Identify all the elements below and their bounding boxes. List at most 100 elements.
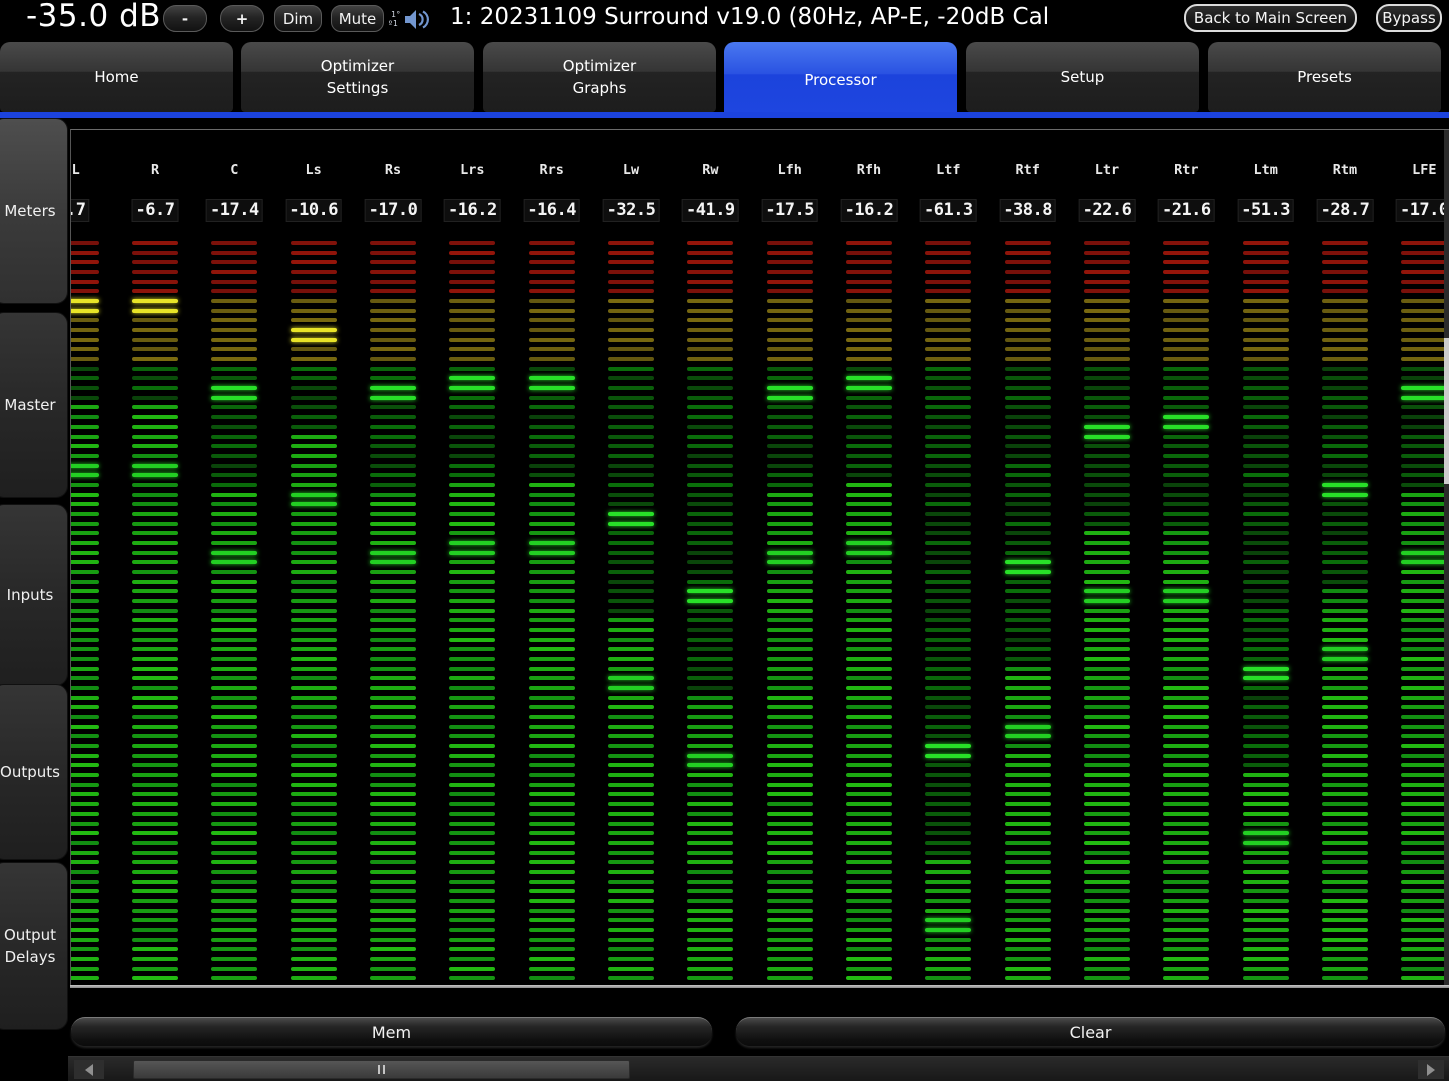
meter-segment xyxy=(1322,696,1368,700)
meter-segment xyxy=(70,705,99,709)
clear-button[interactable]: Clear xyxy=(736,1017,1445,1046)
vertical-scrollbar[interactable] xyxy=(1444,130,1449,986)
meter-segment xyxy=(370,715,416,719)
meter-segment xyxy=(70,763,99,767)
meter-segment xyxy=(70,715,99,719)
horizontal-scrollbar[interactable] xyxy=(68,1056,1449,1081)
sidebar-item-outputs[interactable]: Outputs xyxy=(0,684,68,860)
meter-segment xyxy=(291,347,337,351)
meter-segment xyxy=(291,667,337,671)
sidebar-item-meters[interactable]: Meters xyxy=(0,118,68,304)
meter-segment xyxy=(608,957,654,961)
meter-segment xyxy=(925,792,971,796)
meter-segment xyxy=(1005,918,1051,922)
meter-segment xyxy=(370,725,416,729)
meter-segment xyxy=(846,483,892,487)
meter-segment xyxy=(608,880,654,884)
meter-segment xyxy=(846,444,892,448)
meter-segment xyxy=(1401,260,1447,264)
meter-segment xyxy=(1163,792,1209,796)
meter-segment xyxy=(925,318,971,322)
meter-segment xyxy=(291,734,337,738)
meter-segment xyxy=(767,773,813,777)
meter-segment xyxy=(608,405,654,409)
scroll-left-arrow[interactable] xyxy=(74,1060,104,1079)
meter-segment xyxy=(1243,376,1289,380)
channel-label: Lfh xyxy=(767,162,813,178)
meter-segment xyxy=(1243,328,1289,332)
mem-button[interactable]: Mem xyxy=(71,1017,712,1046)
meter-segment xyxy=(1243,647,1289,651)
meter-segment xyxy=(449,502,495,506)
meter-segment xyxy=(1005,396,1051,400)
tab-optimizer-graphs[interactable]: Optimizer Graphs xyxy=(483,42,716,112)
meter-segment xyxy=(370,928,416,932)
meter-segment xyxy=(1322,860,1368,864)
meter-segment xyxy=(132,260,178,264)
meter-segment xyxy=(608,328,654,332)
meter-segment xyxy=(291,841,337,845)
bypass-button[interactable]: Bypass xyxy=(1376,4,1442,32)
meter-segment xyxy=(1401,415,1447,419)
meter-segment xyxy=(211,696,257,700)
meter-segment xyxy=(1322,541,1368,545)
mute-button[interactable]: Mute xyxy=(331,5,384,32)
back-to-main-screen-button[interactable]: Back to Main Screen xyxy=(1184,4,1357,32)
meter-segment xyxy=(846,715,892,719)
meter-segment xyxy=(1163,522,1209,526)
meter-segment xyxy=(1243,831,1289,835)
tab-setup[interactable]: Setup xyxy=(966,42,1199,112)
scroll-right-arrow[interactable] xyxy=(1418,1060,1444,1079)
meter-segment xyxy=(925,386,971,390)
meter-segment xyxy=(687,812,733,816)
meter-segment xyxy=(211,734,257,738)
meter-segment xyxy=(1401,928,1447,932)
meter-segment xyxy=(291,783,337,787)
sidebar-item-inputs[interactable]: Inputs xyxy=(0,504,68,686)
meter-segment xyxy=(449,812,495,816)
meter-segment xyxy=(70,851,99,855)
vertical-scrollbar-thumb[interactable] xyxy=(1444,338,1449,484)
meter-segment xyxy=(1322,580,1368,584)
meter-segment xyxy=(1084,783,1130,787)
meter-segment xyxy=(925,647,971,651)
meter-segment xyxy=(767,299,813,303)
meter-segment xyxy=(1401,376,1447,380)
meter-segment xyxy=(1005,493,1051,497)
tab-processor[interactable]: Processor xyxy=(724,42,957,118)
meter-segment xyxy=(529,918,575,922)
meter-segment xyxy=(449,493,495,497)
meter-segment xyxy=(1005,531,1051,535)
meter-segment xyxy=(1163,889,1209,893)
meter-segment xyxy=(687,531,733,535)
meter-segment xyxy=(70,870,99,874)
meter-segment xyxy=(70,531,99,535)
sidebar-item-output-delays[interactable]: Output Delays xyxy=(0,862,68,1030)
meter-segment xyxy=(925,376,971,380)
meter-segment xyxy=(70,667,99,671)
meter-segment xyxy=(1243,822,1289,826)
meter-segment xyxy=(846,899,892,903)
meter-segment xyxy=(449,318,495,322)
channel-label: Rtr xyxy=(1163,162,1209,178)
meter-segment xyxy=(1401,299,1447,303)
sidebar-item-master[interactable]: Master xyxy=(0,312,68,498)
meter-segment xyxy=(1401,464,1447,468)
meter-segment xyxy=(211,405,257,409)
meter-segment xyxy=(211,725,257,729)
meter-segment xyxy=(767,260,813,264)
meter-segment xyxy=(767,976,813,980)
tab-presets[interactable]: Presets xyxy=(1208,42,1441,112)
volume-minus-button[interactable]: - xyxy=(163,5,207,32)
meter-segment xyxy=(132,628,178,632)
volume-plus-button[interactable]: + xyxy=(220,5,264,32)
meter-segment xyxy=(767,473,813,477)
tab-home[interactable]: Home xyxy=(0,42,233,112)
tab-optimizer-settings[interactable]: Optimizer Settings xyxy=(241,42,474,112)
meter-segment xyxy=(767,792,813,796)
horizontal-scrollbar-thumb[interactable] xyxy=(133,1060,630,1079)
meter-segment xyxy=(529,367,575,371)
meter-segment xyxy=(608,502,654,506)
dim-button[interactable]: Dim xyxy=(274,5,322,32)
meter-segment xyxy=(529,309,575,313)
